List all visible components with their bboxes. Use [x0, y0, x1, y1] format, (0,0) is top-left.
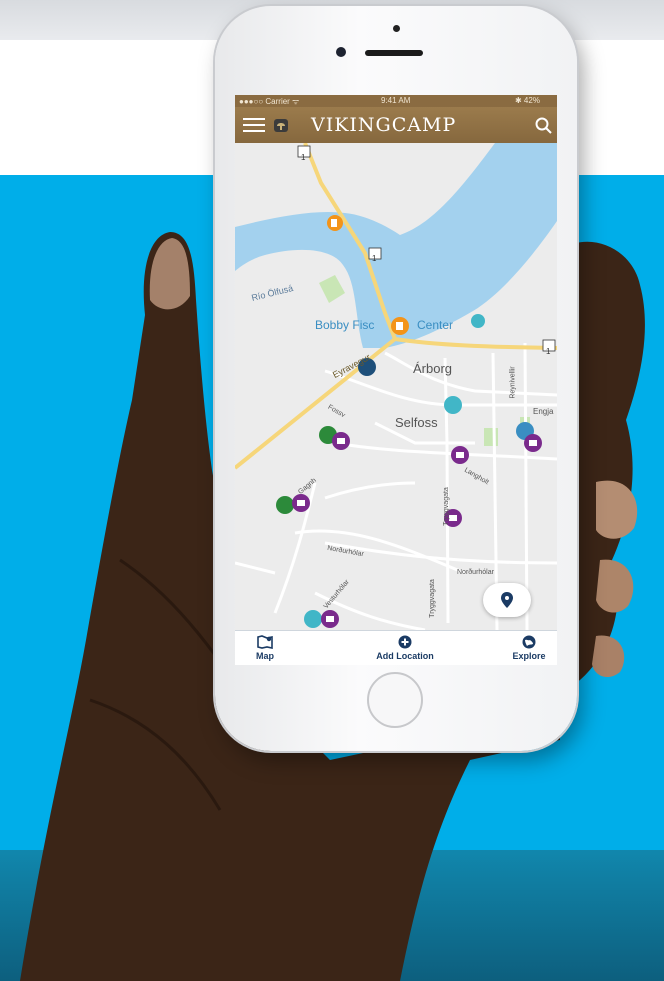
road-label: Tryggvagata [428, 579, 436, 618]
tab-map-label: Map [256, 651, 274, 661]
bottom-tab-bar: Map Add Location Explore [235, 630, 557, 665]
tab-map[interactable]: Map [245, 631, 285, 665]
town-label-arborg: Árborg [413, 361, 453, 376]
route-shield-label: 1 [301, 153, 306, 162]
place-label: Center [417, 318, 454, 332]
viking-helmet-icon [274, 119, 288, 132]
app-title: VIKINGCAMP [311, 114, 457, 136]
road-label: Tryggvagata [442, 487, 450, 526]
phone-device: ●●●○○ Carrier ᯤ 9:41 AM ✱ 42% VIKINGCAMP [215, 6, 577, 751]
home-button[interactable] [367, 672, 423, 728]
fuel-marker [391, 317, 409, 335]
place-label: Bobby Fisc [315, 318, 375, 332]
earpiece-speaker [365, 50, 423, 56]
fuel-marker [327, 215, 343, 231]
app-screen: ●●●○○ Carrier ᯤ 9:41 AM ✱ 42% VIKINGCAMP [235, 95, 557, 665]
plus-circle-icon [398, 635, 412, 649]
carrier-label: ●●●○○ Carrier ᯤ [239, 97, 300, 106]
map-view[interactable]: 1 1 1 Río Ölfusá Bobby Fisc Center Árbor… [235, 143, 557, 630]
app-header: VIKINGCAMP [235, 107, 557, 143]
hamburger-menu-icon[interactable] [243, 118, 265, 132]
map-icon [257, 635, 273, 649]
locate-me-button[interactable] [483, 583, 531, 617]
earpiece-camera [393, 25, 400, 32]
route-shield-label: 1 [546, 347, 551, 356]
road-label: Reynivellir [509, 366, 517, 399]
battery-label: ✱ 42% [515, 96, 540, 105]
status-bar: ●●●○○ Carrier ᯤ 9:41 AM ✱ 42% [235, 95, 557, 107]
town-label-selfoss: Selfoss [395, 415, 438, 430]
time-label: 9:41 AM [381, 96, 411, 105]
tab-add-location-label: Add Location [376, 651, 434, 661]
location-pin-icon [501, 592, 513, 608]
road-label: Norðurhólar [457, 569, 494, 576]
globe-icon [522, 635, 536, 649]
route-shield-label: 1 [372, 254, 377, 263]
front-camera [336, 47, 346, 57]
tab-explore[interactable]: Explore [505, 631, 553, 665]
tab-explore-label: Explore [512, 651, 546, 661]
tab-add-location[interactable]: Add Location [365, 631, 445, 665]
road-label: Engja [533, 407, 554, 416]
search-icon[interactable] [535, 117, 553, 135]
